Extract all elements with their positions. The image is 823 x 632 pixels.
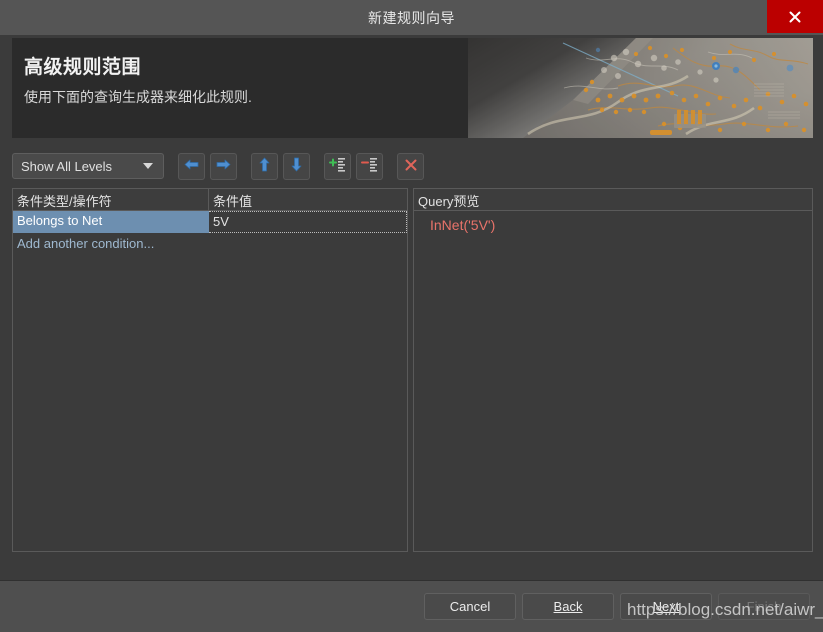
move-left-button[interactable]: [178, 152, 205, 180]
query-builder-toolbar: Show All Levels: [12, 138, 813, 188]
arrow-down-icon: [290, 157, 303, 175]
footer-bar: Cancel Back Next Finish: [0, 581, 823, 632]
remove-row-icon: [361, 157, 378, 175]
cancel-button[interactable]: Cancel: [424, 593, 516, 620]
move-down-button[interactable]: [283, 152, 310, 180]
move-up-button[interactable]: [251, 152, 278, 180]
arrow-up-icon: [258, 157, 271, 175]
remove-condition-button[interactable]: [356, 152, 383, 180]
move-right-button[interactable]: [210, 152, 237, 180]
condition-value-cell[interactable]: 5V: [209, 211, 407, 233]
add-row-icon: [329, 157, 346, 175]
page-subtitle: 使用下面的查询生成器来细化此规则.: [24, 89, 252, 105]
query-builder-panels: 条件类型/操作符 条件值 Belongs to Net 5V Add anoth…: [12, 188, 813, 552]
query-header-row: Query预览: [414, 189, 812, 211]
add-condition-button[interactable]: [324, 152, 351, 180]
chevron-down-icon: [139, 162, 163, 170]
conditions-grid-body: Belongs to Net 5V Add another condition.…: [13, 211, 407, 551]
add-another-condition-link[interactable]: Add another condition...: [13, 233, 407, 255]
title-bar: 新建规则向导: [0, 0, 823, 35]
footer-button-group: Cancel Back Next Finish: [424, 593, 810, 620]
arrow-left-icon: [184, 158, 199, 174]
query-preview-body[interactable]: InNet('5V'): [414, 211, 812, 551]
back-button[interactable]: Back: [522, 593, 614, 620]
close-icon: [788, 10, 802, 24]
table-row[interactable]: Belongs to Net 5V: [13, 211, 407, 233]
page-title: 高级规则范围: [24, 57, 142, 78]
next-button-label: Next: [652, 599, 680, 614]
query-expression-text: InNet('5V'): [430, 217, 496, 233]
next-button[interactable]: Next: [620, 593, 712, 620]
level-filter-dropdown[interactable]: Show All Levels: [12, 153, 164, 179]
conditions-header-row: 条件类型/操作符 条件值: [13, 189, 407, 211]
condition-type-cell[interactable]: Belongs to Net: [13, 211, 209, 233]
column-header-condition-value[interactable]: 条件值: [209, 189, 407, 210]
red-x-icon: [404, 158, 418, 175]
header-banner: 高级规则范围 使用下面的查询生成器来细化此规则.: [12, 38, 813, 138]
column-header-condition-type[interactable]: 条件类型/操作符: [13, 189, 209, 210]
new-rule-wizard-dialog: 新建规则向导 高级规则范围 使用下面的查询生成器来细化此规则. Show All…: [0, 0, 823, 632]
back-button-label: Back: [553, 599, 583, 614]
banner-text-block: 高级规则范围 使用下面的查询生成器来细化此规则.: [12, 38, 813, 107]
level-filter-value: Show All Levels: [21, 158, 113, 174]
close-button[interactable]: [767, 0, 823, 33]
dialog-body: Show All Levels 条件类型/操作符 条件值 Belongs to …: [0, 138, 823, 552]
window-title: 新建规则向导: [368, 9, 455, 26]
query-preview-panel: Query预览 InNet('5V'): [413, 188, 813, 552]
arrow-right-icon: [216, 158, 231, 174]
clear-all-button[interactable]: [397, 152, 424, 180]
finish-button: Finish: [718, 593, 810, 620]
column-header-query-preview: Query预览: [418, 194, 480, 209]
conditions-panel: 条件类型/操作符 条件值 Belongs to Net 5V Add anoth…: [12, 188, 408, 552]
